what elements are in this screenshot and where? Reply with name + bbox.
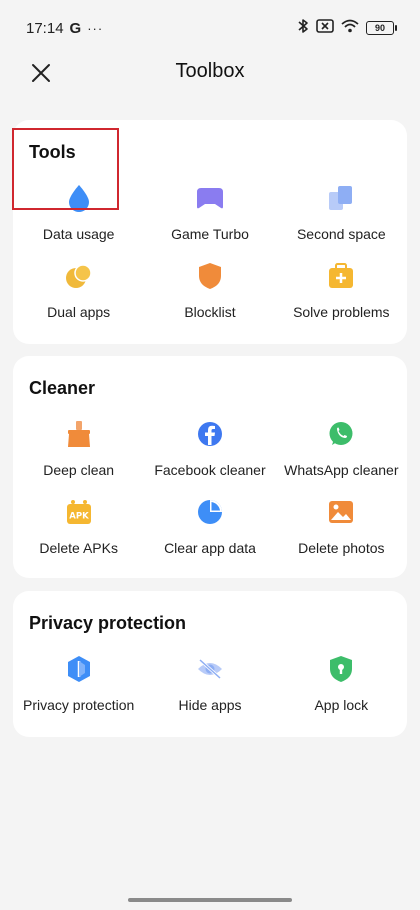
tool-dual-apps[interactable]: Dual apps bbox=[13, 258, 144, 336]
home-indicator[interactable] bbox=[128, 898, 292, 902]
svg-text:APK: APK bbox=[69, 512, 89, 522]
page-title: Toolbox bbox=[175, 60, 245, 82]
tool-label: Data usage bbox=[42, 226, 115, 242]
game-turbo-icon bbox=[196, 184, 224, 212]
pie-chart-icon bbox=[196, 498, 224, 526]
tool-label: Second space bbox=[296, 226, 386, 242]
cleaner-whatsapp[interactable]: WhatsApp cleaner bbox=[276, 416, 407, 494]
facebook-icon bbox=[196, 420, 224, 448]
wifi-icon bbox=[341, 19, 359, 37]
cleaner-label: Delete APKs bbox=[39, 540, 118, 556]
tool-label: Game Turbo bbox=[171, 226, 249, 242]
privacy-label: App lock bbox=[314, 697, 369, 713]
tool-data-usage[interactable]: Data usage bbox=[13, 180, 144, 258]
bluetooth-icon bbox=[297, 18, 309, 38]
section-title-tools: Tools bbox=[29, 142, 76, 162]
tool-game-turbo[interactable]: Game Turbo bbox=[144, 180, 275, 258]
battery-icon: 90 bbox=[366, 21, 397, 35]
tool-blocklist[interactable]: Blocklist bbox=[144, 258, 275, 336]
tool-second-space[interactable]: Second space bbox=[276, 180, 407, 258]
section-title-cleaner: Cleaner bbox=[29, 378, 96, 398]
second-space-icon bbox=[327, 184, 355, 212]
hidden-eye-icon bbox=[196, 655, 224, 683]
tools-card: Tools Data usage Game Turbo Second space… bbox=[13, 120, 407, 344]
cleaner-label: Clear app data bbox=[164, 540, 256, 556]
cleaner-deep-clean[interactable]: Deep clean bbox=[13, 416, 144, 494]
tool-label: Blocklist bbox=[184, 304, 236, 320]
lock-shield-icon bbox=[327, 655, 355, 683]
cleaner-delete-photos[interactable]: Delete photos bbox=[276, 494, 407, 572]
cleaner-card: Cleaner Deep clean Facebook cleaner What… bbox=[13, 356, 407, 578]
privacy-app-lock[interactable]: App lock bbox=[276, 651, 407, 729]
no-sim-icon bbox=[316, 19, 334, 37]
cleaner-label: Facebook cleaner bbox=[154, 462, 266, 478]
photo-icon bbox=[327, 498, 355, 526]
cleaner-label: Deep clean bbox=[43, 462, 115, 478]
cleaner-facebook[interactable]: Facebook cleaner bbox=[144, 416, 275, 494]
status-time: 17:14 bbox=[26, 19, 64, 37]
first-aid-icon bbox=[327, 262, 355, 290]
shield-icon bbox=[196, 262, 224, 290]
cleaner-delete-apks[interactable]: APK Delete APKs bbox=[13, 494, 144, 572]
privacy-hexagon-icon bbox=[65, 655, 93, 683]
tool-label: Dual apps bbox=[47, 304, 111, 320]
broom-icon bbox=[65, 420, 93, 448]
privacy-label: Hide apps bbox=[178, 697, 242, 713]
privacy-card: Privacy protection Privacy protection Hi… bbox=[13, 591, 407, 737]
apk-icon: APK bbox=[65, 498, 93, 526]
cleaner-clear-app-data[interactable]: Clear app data bbox=[144, 494, 275, 572]
privacy-label: Privacy protection bbox=[23, 697, 135, 713]
section-title-privacy: Privacy protection bbox=[29, 613, 187, 633]
privacy-hide-apps[interactable]: Hide apps bbox=[144, 651, 275, 729]
status-bar: 17:14 G ··· 90 bbox=[0, 0, 420, 56]
cleaner-label: Delete photos bbox=[298, 540, 385, 556]
dual-apps-icon bbox=[65, 262, 93, 290]
tool-label: Solve problems bbox=[293, 304, 390, 320]
google-icon: G bbox=[69, 19, 82, 37]
header: Toolbox bbox=[0, 50, 420, 94]
data-usage-icon bbox=[65, 184, 93, 212]
more-notifications-icon: ··· bbox=[87, 20, 104, 36]
cleaner-label: WhatsApp cleaner bbox=[284, 462, 399, 478]
tool-solve-problems[interactable]: Solve problems bbox=[276, 258, 407, 336]
privacy-protection[interactable]: Privacy protection bbox=[13, 651, 144, 729]
whatsapp-icon bbox=[327, 420, 355, 448]
